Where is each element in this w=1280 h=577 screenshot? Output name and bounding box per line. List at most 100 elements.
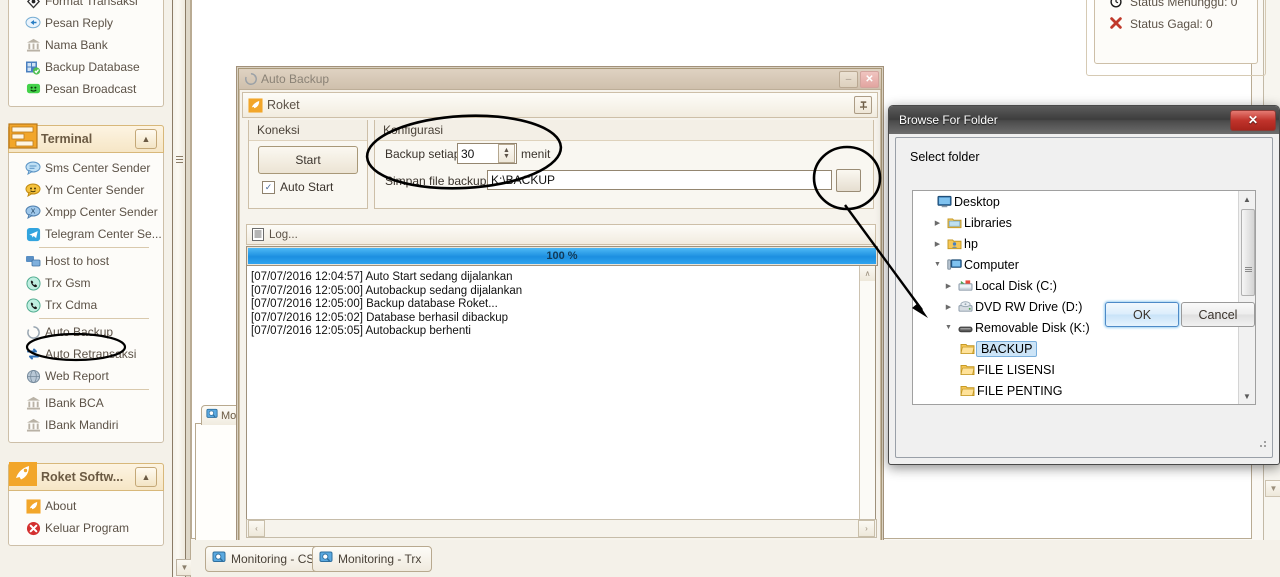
folder-tree[interactable]: Desktop ▶ Libraries ▶ hp ▼ Computer ▶ Lo… (912, 190, 1256, 405)
auto-backup-titlebar[interactable]: Auto Backup – ✕ (239, 69, 881, 90)
sidebar-group-roket-header[interactable]: Roket Softw... ▲ (8, 462, 164, 491)
browse-dialog-prompt: Select folder (910, 150, 980, 164)
log-listbox[interactable]: [07/07/2016 12:04:57] Auto Start sedang … (246, 265, 876, 537)
sidebar-item-backup-database[interactable]: Backup Database (9, 56, 163, 78)
sidebar-item-xmpp-center-sender[interactable]: X Xmpp Center Sender (9, 201, 163, 223)
log-entries: [07/07/2016 12:04:57] Auto Start sedang … (247, 266, 875, 339)
sidebar-item-keluar-program[interactable]: Keluar Program (9, 517, 163, 539)
sidebar-item-host-to-host[interactable]: Host to host (9, 250, 163, 272)
divider (39, 318, 149, 319)
tree-item-label: DVD RW Drive (D:) (975, 299, 1083, 314)
resize-grip[interactable] (1258, 440, 1268, 450)
sidebar-item-ym-center-sender[interactable]: Ym Center Sender (9, 179, 163, 201)
sidebar-group-terminal-header[interactable]: Terminal ▲ (8, 123, 164, 153)
tree-scroll-thumb[interactable] (1241, 209, 1255, 296)
expander-expanded-icon[interactable]: ▼ (931, 261, 944, 268)
sidebar-item-ibank-bca[interactable]: IBank BCA (9, 392, 163, 414)
tab-monitoring-cs[interactable]: Monitoring - CS (205, 546, 326, 572)
tree-item-file-lisensi[interactable]: FILE LISENSI (913, 359, 1255, 380)
sidebar-item-label: Host to host (45, 254, 110, 268)
harddisk-icon (955, 279, 975, 293)
auto-start-checkbox[interactable]: ✓ (262, 180, 275, 194)
expander-collapsed-icon[interactable]: ▶ (931, 219, 944, 227)
sidebar-item-format-transaksi[interactable]: Format Transaksi (9, 0, 163, 12)
sidebar-item-auto-backup[interactable]: Auto Backup (9, 321, 163, 343)
workspace-scroll-down-button[interactable]: ▼ (1265, 480, 1280, 497)
tree-item-libraries[interactable]: ▶ Libraries (913, 212, 1255, 233)
tree-scroll-up-button[interactable]: ▲ (1239, 191, 1255, 207)
log-entry: [07/07/2016 12:05:05] Autobackup berhent… (251, 325, 471, 337)
expander-expanded-icon[interactable]: ▼ (942, 324, 955, 331)
log-scroll-right-button[interactable]: › (858, 520, 875, 537)
backup-progress-label: 100 % (248, 248, 876, 264)
sidebar-item-pesan-broadcast[interactable]: Pesan Broadcast (9, 78, 163, 100)
user-folder-icon (944, 237, 964, 250)
backup-interval-value[interactable]: 30 (458, 147, 498, 161)
tree-item-label: hp (964, 236, 978, 251)
start-button[interactable]: Start (258, 146, 358, 174)
tree-scroll-down-button[interactable]: ▼ (1239, 388, 1255, 404)
expander-collapsed-icon[interactable]: ▶ (931, 240, 944, 248)
log-scroll-left-button[interactable]: ‹ (248, 520, 265, 537)
folder-tree-scrollbar[interactable]: ▲ ▼ (1238, 191, 1255, 404)
konfigurasi-groupbox-title: Konfigurasi (375, 120, 873, 141)
bottom-tab-bar: Monitoring - CS Monitoring - Trx (191, 540, 1280, 577)
sidebar-item-ibank-mandiri[interactable]: IBank Mandiri (9, 414, 163, 436)
tree-item-hp[interactable]: ▶ hp (913, 233, 1255, 254)
chevron-up-icon[interactable]: ▲ (135, 129, 157, 149)
browse-dialog-titlebar[interactable]: Browse For Folder ✕ (889, 106, 1279, 134)
save-path-label: Simpan file backup di (385, 174, 500, 188)
red-x-icon (1109, 16, 1123, 33)
sidebar-splitter[interactable] (172, 0, 186, 577)
sidebar-item-telegram-center-sender[interactable]: Telegram Center Se... (9, 223, 163, 245)
tree-item-computer[interactable]: ▼ Computer (913, 254, 1255, 275)
refresh-circle-icon (241, 72, 261, 86)
log-vertical-scrollbar[interactable]: ∧ ∨ (859, 266, 875, 536)
ok-button[interactable]: OK (1105, 302, 1179, 327)
backup-progress-bar: 100 % (246, 246, 878, 266)
folder-icon (957, 363, 977, 376)
clock-icon (1109, 0, 1123, 11)
close-button[interactable]: ✕ (860, 70, 879, 88)
sidebar-item-trx-cdma[interactable]: Trx Cdma (9, 294, 163, 316)
expander-collapsed-icon[interactable]: ▶ (942, 303, 955, 311)
status-row-gagal: Status Gagal: 0 (1095, 13, 1257, 35)
splitter-grip[interactable] (176, 156, 183, 163)
sidebar-item-web-report[interactable]: Web Report (9, 365, 163, 387)
chevron-up-icon[interactable]: ▲ (135, 467, 157, 487)
sidebar-item-trx-gsm[interactable]: Trx Gsm (9, 272, 163, 294)
sidebar-item-label: Xmpp Center Sender (45, 205, 158, 219)
backup-interval-stepper[interactable]: 30 ▲ ▼ (457, 143, 517, 164)
tree-item-file-penting[interactable]: FILE PENTING (913, 380, 1255, 401)
sidebar-item-sms-center-sender[interactable]: Sms Center Sender (9, 157, 163, 179)
expander-collapsed-icon[interactable]: ▶ (942, 282, 955, 290)
close-icon[interactable]: ✕ (1230, 109, 1276, 131)
tab-monitoring-trx[interactable]: Monitoring - Trx (312, 546, 433, 572)
sidebar-item-label: Trx Cdma (45, 298, 98, 312)
browse-dialog-title: Browse For Folder (899, 113, 998, 127)
sidebar-item-label: Backup Database (45, 60, 140, 74)
tree-item-desktop[interactable]: Desktop (913, 191, 1255, 212)
sms-bubble-icon (21, 161, 45, 175)
sidebar-item-about[interactable]: About (9, 495, 163, 517)
browse-folder-button[interactable] (836, 169, 861, 192)
sidebar-item-nama-bank[interactable]: Nama Bank (9, 34, 163, 56)
yahoo-bubble-icon (21, 183, 45, 197)
log-horizontal-scrollbar[interactable]: ‹ › (246, 519, 877, 538)
minimize-button[interactable]: – (839, 70, 858, 88)
sidebar-item-label: Ym Center Sender (45, 183, 145, 197)
sidebar-item-auto-retransaksi[interactable]: Auto Retransaksi (9, 343, 163, 365)
sidebar-item-label: Pesan Reply (45, 16, 114, 30)
save-path-input[interactable]: K:\BACKUP (487, 170, 832, 190)
sidebar-item-pesan-reply[interactable]: Pesan Reply (9, 12, 163, 34)
auto-start-checkbox-row[interactable]: ✓ Auto Start (262, 180, 333, 194)
tree-item-local-disk-c[interactable]: ▶ Local Disk (C:) (913, 275, 1255, 296)
log-scroll-up-button[interactable]: ∧ (860, 266, 875, 281)
koneksi-groupbox-title: Koneksi (249, 120, 367, 141)
sidebar-item-label: About (45, 499, 77, 513)
cancel-button[interactable]: Cancel (1181, 302, 1255, 327)
stepper-arrows-icon[interactable]: ▲ ▼ (498, 144, 515, 163)
browse-dialog-body: Select folder Desktop ▶ Libraries ▶ hp ▼… (895, 137, 1273, 458)
pin-icon[interactable] (854, 96, 872, 114)
tree-item-backup[interactable]: BACKUP (913, 338, 1255, 359)
